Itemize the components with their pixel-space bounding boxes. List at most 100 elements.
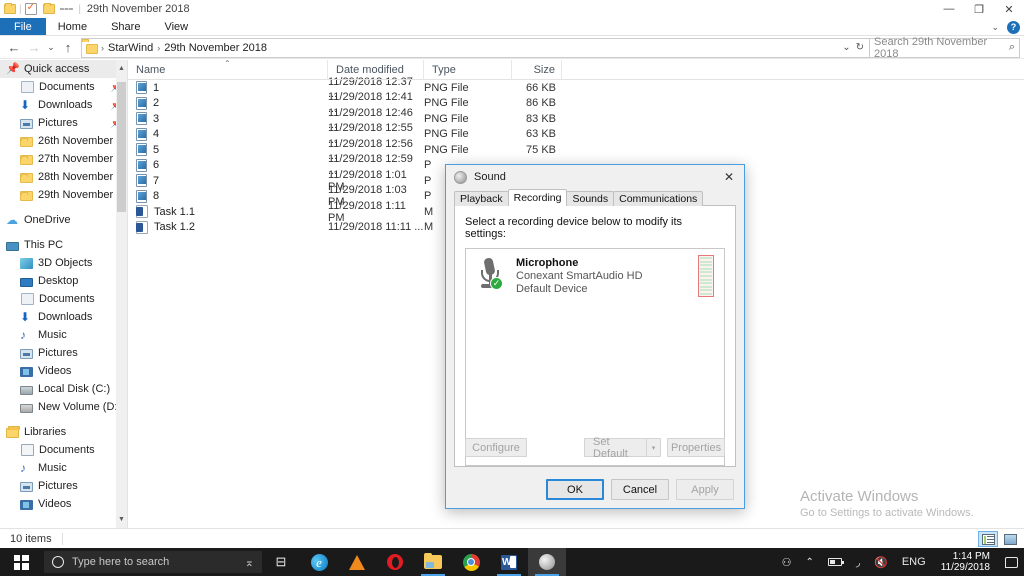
file-name-label: 2: [153, 97, 160, 110]
ok-button[interactable]: OK: [546, 479, 604, 500]
ribbon-tab-view[interactable]: View: [152, 18, 200, 35]
ribbon-tab-share[interactable]: Share: [99, 18, 152, 35]
recording-device-list[interactable]: ✓ Microphone Conexant SmartAudio HD Defa…: [465, 248, 725, 466]
properties-button[interactable]: Properties: [667, 438, 725, 457]
ribbon-tab-home[interactable]: Home: [46, 18, 99, 35]
tab-playback[interactable]: Playback: [454, 191, 509, 206]
up-button[interactable]: ↑: [58, 38, 78, 58]
taskbar-search-input[interactable]: Type here to search: [72, 556, 237, 568]
sidebar-item-downloads[interactable]: ⬇Downloads📌: [0, 96, 127, 114]
new-folder-icon[interactable]: [42, 3, 55, 14]
thumbnails-view-button[interactable]: [1000, 531, 1020, 547]
table-row[interactable]: 5 11/29/2018 12:56 ... PNG File 75 KB: [128, 138, 1024, 162]
png-file-icon: [136, 112, 147, 126]
people-button[interactable]: ⚇: [775, 548, 799, 576]
taskbar-app-word[interactable]: [490, 548, 528, 576]
sidebar-item-music[interactable]: ♪ Music: [0, 459, 127, 477]
sidebar-item-quick-access[interactable]: 📌 Quick access: [0, 60, 127, 78]
microphone-icon[interactable]: ⌅: [245, 556, 254, 569]
sidebar-item-local-disk-c[interactable]: Local Disk (C:): [0, 380, 127, 398]
column-header-size[interactable]: Size: [512, 59, 562, 80]
help-icon[interactable]: ?: [1007, 20, 1020, 34]
sidebar-item-music[interactable]: ♪ Music: [0, 326, 127, 344]
set-default-button[interactable]: Set Default: [584, 436, 646, 460]
sidebar-item-26th-november-2018[interactable]: 26th November 2018: [0, 132, 127, 150]
action-center-button[interactable]: [998, 548, 1024, 576]
taskbar-search-box[interactable]: Type here to search ⌅: [44, 551, 262, 573]
battery-button[interactable]: [821, 548, 849, 576]
sidebar-item-desktop[interactable]: Desktop: [0, 272, 127, 290]
chevron-down-icon[interactable]: ⌄: [991, 22, 999, 33]
device-list-item[interactable]: ✓ Microphone Conexant SmartAudio HD Defa…: [466, 249, 724, 301]
folder-icon[interactable]: [4, 3, 16, 14]
sidebar-item-3d-objects[interactable]: 3D Objects: [0, 254, 127, 272]
search-box[interactable]: Search 29th November 2018 ⌕: [870, 36, 1020, 60]
clock[interactable]: 1:14 PM 11/29/2018: [933, 551, 998, 573]
set-default-dropdown-icon[interactable]: ▾: [646, 438, 661, 457]
sidebar-item-videos[interactable]: Videos: [0, 495, 127, 513]
show-hidden-icons-button[interactable]: ⌃: [798, 548, 820, 576]
sidebar-item-this-pc[interactable]: This PC: [0, 236, 127, 254]
table-row[interactable]: 3 11/29/2018 12:46 ... PNG File 83 KB: [128, 107, 1024, 131]
properties-icon[interactable]: [24, 2, 37, 15]
sidebar-item-libraries[interactable]: Libraries: [0, 423, 127, 441]
taskbar-app-edge[interactable]: [300, 548, 338, 576]
taskbar-app-sound[interactable]: [528, 548, 566, 576]
task-view-button[interactable]: ⊟: [262, 548, 300, 576]
sidebar-item-pictures[interactable]: Pictures: [0, 344, 127, 362]
qat-dropdown-icon[interactable]: ⩶: [58, 4, 76, 14]
column-header-date[interactable]: Date modified: [328, 59, 424, 80]
cortana-icon[interactable]: [52, 556, 64, 568]
scrollbar-thumb[interactable]: [117, 82, 126, 212]
sidebar-item-pictures[interactable]: Pictures📌: [0, 114, 127, 132]
tab-recording[interactable]: Recording: [507, 189, 568, 206]
details-view-button[interactable]: [978, 531, 998, 547]
restore-button[interactable]: ❐: [964, 0, 994, 18]
table-row[interactable]: 1 11/29/2018 12:37 ... PNG File 66 KB: [128, 76, 1024, 100]
table-row[interactable]: 4 11/29/2018 12:55 ... PNG File 63 KB: [128, 122, 1024, 146]
scroll-up-icon[interactable]: ▲: [116, 63, 127, 74]
breadcrumb-item-starwind[interactable]: StarWind: [104, 42, 157, 54]
dialog-close-button[interactable]: ✕: [714, 165, 744, 189]
recent-locations-button[interactable]: ⌄: [44, 38, 58, 58]
sidebar-item-new-volume-d[interactable]: New Volume (D:): [0, 398, 127, 416]
configure-button[interactable]: Configure: [465, 438, 527, 457]
refresh-icon[interactable]: ↻: [856, 42, 864, 53]
breadcrumb-item-current[interactable]: 29th November 2018: [160, 42, 271, 54]
sidebar-item-downloads[interactable]: ⬇ Downloads: [0, 308, 127, 326]
navigation-scrollbar[interactable]: ▲ ▼: [116, 60, 127, 528]
column-header-type[interactable]: Type: [424, 59, 512, 80]
sidebar-item-pictures[interactable]: Pictures: [0, 477, 127, 495]
taskbar-app-vlc[interactable]: [338, 548, 376, 576]
breadcrumb-bar[interactable]: › StarWind › 29th November 2018 ⌄ ↻: [81, 37, 870, 58]
sidebar-item-29th-november-2018[interactable]: 29th November 2018: [0, 186, 127, 204]
chevron-down-icon[interactable]: ⌄: [842, 42, 850, 53]
cancel-button[interactable]: Cancel: [611, 479, 669, 500]
sidebar-item-28th-november-2018[interactable]: 28th November 2018: [0, 168, 127, 186]
forward-button[interactable]: →: [24, 38, 44, 58]
language-indicator[interactable]: ENG: [895, 548, 933, 576]
sidebar-item-onedrive[interactable]: ☁ OneDrive: [0, 211, 127, 229]
minimize-button[interactable]: —: [934, 0, 964, 18]
taskbar-app-chrome[interactable]: [452, 548, 490, 576]
tab-communications[interactable]: Communications: [613, 191, 704, 206]
back-button[interactable]: ←: [4, 38, 24, 58]
chevron-up-icon: ⌃: [805, 556, 814, 568]
taskbar-app-opera[interactable]: [376, 548, 414, 576]
sidebar-item-documents[interactable]: Documents: [0, 290, 127, 308]
network-button[interactable]: ◞: [849, 548, 867, 576]
sidebar-item-27th-november-2018[interactable]: 27th November 2018: [0, 150, 127, 168]
start-button[interactable]: [0, 548, 42, 576]
close-button[interactable]: ✕: [994, 0, 1024, 18]
apply-button[interactable]: Apply: [676, 479, 734, 500]
volume-button[interactable]: 🔇: [867, 548, 895, 576]
taskbar-app-file-explorer[interactable]: [414, 548, 452, 576]
table-row[interactable]: 2 11/29/2018 12:41 ... PNG File 86 KB: [128, 91, 1024, 115]
scroll-down-icon[interactable]: ▼: [116, 514, 127, 525]
tab-sounds[interactable]: Sounds: [566, 191, 615, 206]
sidebar-item-documents[interactable]: Documents: [0, 441, 127, 459]
search-input[interactable]: Search 29th November 2018: [874, 36, 1009, 60]
sidebar-item-documents[interactable]: Documents📌: [0, 78, 127, 96]
ribbon-tab-file[interactable]: File: [0, 18, 46, 35]
sidebar-item-videos[interactable]: Videos: [0, 362, 127, 380]
